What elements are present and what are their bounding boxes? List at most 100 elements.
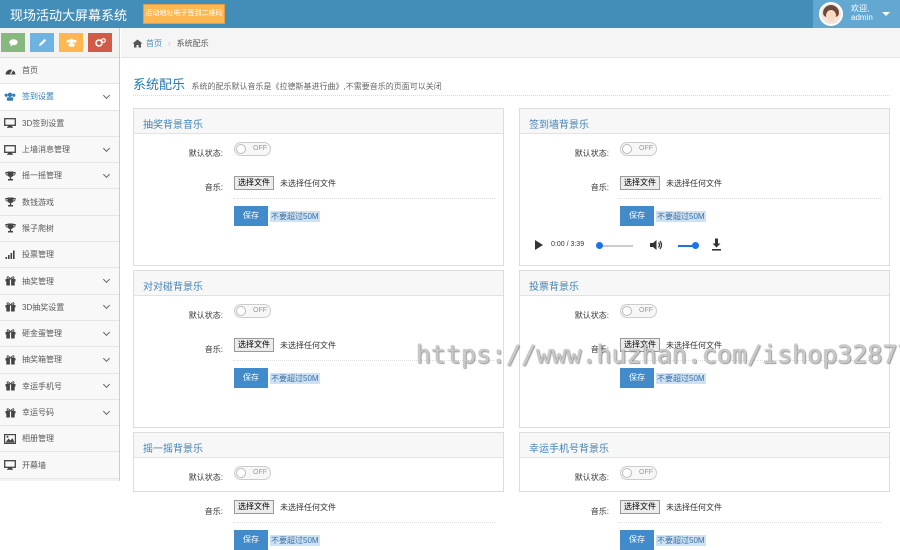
choose-file-button[interactable]: 选择文件 [234,176,274,190]
caret-down-icon [882,12,890,16]
audio-time: 0:00 / 3:39 [551,241,585,248]
sidebar-item-14[interactable]: 相册管理 [0,426,119,453]
toggle-off-text: OFF [639,307,653,314]
signin-qrcode-button[interactable]: 活动地址电子签到二维码 [143,4,225,24]
sidebar-item-label: 3D签到设置 [22,118,65,128]
music-label: 音乐: [590,507,609,516]
sidebar-menu: 首页签到设置 3D签到设置 上墙消息管理摇一摇管理数钱游戏猴子爬树投票管理 抽奖管理 3… [0,58,119,479]
music-label: 音乐: [204,345,223,354]
status-label: 默认状态: [574,311,609,320]
sidebar-item-10[interactable]: 砸金蛋管理 [0,320,119,348]
toggle-off-text: OFF [253,307,267,314]
sidebar-shortcuts [0,28,119,58]
choose-file-button[interactable]: 选择文件 [234,500,274,514]
chevron-down-icon [102,407,111,415]
app-brand[interactable]: 现场活动大屏幕系统 [10,5,127,24]
save-button[interactable]: 保存 [234,206,268,226]
form-divider [619,522,881,523]
music-label: 音乐: [204,507,223,516]
user-menu[interactable]: 欢迎, admin [813,0,900,28]
file-status: 未选择任何文件 [666,179,722,188]
volume-handle[interactable] [692,242,699,249]
save-button[interactable]: 保存 [234,368,268,388]
chevron-down-icon [102,328,111,336]
sidebar-item-6[interactable]: 猴子爬树 [0,215,119,243]
sidebar-item-2[interactable]: 3D签到设置 [0,110,119,137]
sidebar-item-label: 开幕墙 [22,460,46,470]
gift-icon [3,406,17,420]
panel-title: 签到墙背景乐 [520,109,889,134]
status-toggle[interactable]: OFF [620,142,657,156]
sidebar-item-label: 猴子爬树 [22,223,54,233]
download-icon[interactable] [711,238,722,251]
sidebar-item-9[interactable]: 3D抽奖设置 [0,294,119,321]
sidebar-item-12[interactable]: 幸运手机号 [0,373,119,400]
sidebar-item-8[interactable]: 抽奖管理 [0,268,119,295]
users-icon [3,90,17,104]
shortcut-comment-button[interactable] [1,33,25,52]
username: admin [851,13,873,22]
sidebar-item-label: 上墙消息管理 [22,145,70,155]
sidebar-item-15[interactable]: 开幕墙 [0,452,119,479]
status-toggle[interactable]: OFF [620,466,657,480]
sidebar-item-label: 首页 [22,66,38,76]
user-welcome: 欢迎, admin [851,4,873,22]
choose-file-button[interactable]: 选择文件 [234,338,274,352]
status-toggle[interactable]: OFF [620,304,657,318]
play-icon[interactable] [535,240,543,250]
status-label: 默认状态: [188,473,223,482]
shortcut-pencil-button[interactable] [30,33,54,52]
file-status: 未选择任何文件 [280,179,336,188]
gift-icon [3,379,17,393]
status-toggle[interactable]: OFF [234,466,271,480]
sidebar-item-13[interactable]: 幸运号码 [0,399,119,427]
toggle-off-text: OFF [253,145,267,152]
form-divider [233,522,495,523]
panel-title: 摇一摇背景乐 [134,433,503,458]
users-icon [66,38,76,47]
save-button[interactable]: 保存 [620,530,654,550]
cogs-icon [94,38,106,47]
sidebar-item-7[interactable]: 投票管理 [0,242,119,269]
sidebar-item-3[interactable]: 上墙消息管理 [0,136,119,164]
sidebar-item-4[interactable]: 摇一摇管理 [0,163,119,190]
file-status: 未选择任何文件 [280,341,336,350]
breadcrumb-home-link[interactable]: 首页 [146,38,162,49]
music-panel-4: 摇一摇背景乐默认状态: OFF 音乐: 选择文件 未选择任何文件保存 不要超过50M [133,432,504,550]
chevron-down-icon [102,275,111,284]
audio-progress-handle[interactable] [596,242,603,249]
volume-icon[interactable] [649,239,663,251]
sidebar-item-5[interactable]: 数钱游戏 [0,189,119,216]
audio-player[interactable]: 0:00 / 3:39 [521,109,890,251]
sidebar-item-0[interactable]: 首页 [0,58,119,85]
size-limit-hint: 不要超过50M [270,535,320,546]
toggle-knob [236,144,246,154]
desktop-icon [3,116,17,130]
status-toggle[interactable]: OFF [234,142,271,156]
dashboard-icon [3,64,17,78]
audio-progress-track[interactable] [599,245,633,247]
music-label: 音乐: [590,183,609,192]
save-button[interactable]: 保存 [234,530,268,550]
sidebar-item-11[interactable]: 抽奖箱管理 [0,347,119,374]
shortcut-users-button[interactable] [59,33,83,52]
status-label: 默认状态: [574,149,609,158]
choose-file-button[interactable]: 选择文件 [620,176,660,190]
gift-icon [3,327,17,341]
status-toggle[interactable]: OFF [234,304,271,318]
toggle-off-text: OFF [639,145,653,152]
watermark-text: https://www.huzhan.com/ishop32877 [416,340,900,369]
sidebar-item-1[interactable]: 签到设置 [0,84,119,111]
music-panel-0: 抽奖背景音乐 默认状态: OFF 音乐: 选择文件 未选择任何文件 保存 不要超过50M [133,108,504,266]
status-label: 默认状态: [188,311,223,320]
top-navbar: 现场活动大屏幕系统 活动地址电子签到二维码 欢迎, admin [0,0,900,28]
music-label: 音乐: [204,183,223,192]
file-status: 未选择任何文件 [280,503,336,512]
breadcrumb: 首页 › 系统配乐 [121,28,900,58]
choose-file-button[interactable]: 选择文件 [620,500,660,514]
toggle-off-text: OFF [639,469,653,476]
save-button[interactable]: 保存 [620,368,654,388]
save-button[interactable]: 保存 [620,206,654,226]
sidebar-item-label: 数钱游戏 [22,197,54,207]
shortcut-cogs-button[interactable] [88,33,112,52]
